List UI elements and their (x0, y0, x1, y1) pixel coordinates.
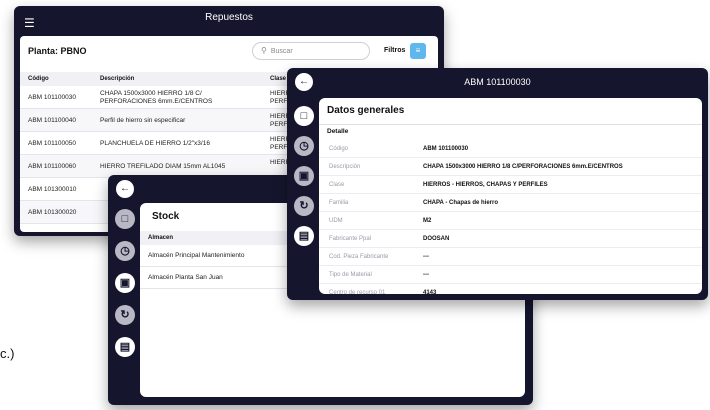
field-row: Código ABM 101100030 (319, 140, 702, 158)
detail-window: ← ABM 101100030 □ ◷ ▣ ↻ ▤ Datos generale… (287, 68, 708, 300)
file-icon[interactable]: ▤ (294, 226, 314, 246)
document-icon[interactable]: □ (294, 106, 314, 126)
search-input[interactable]: ⚲ Buscar (252, 42, 370, 60)
filters-label[interactable]: Filtros (384, 47, 405, 54)
field-label: UDM (329, 218, 343, 224)
field-label: Familia (329, 200, 349, 206)
row-code: ABM 101100040 (28, 117, 76, 124)
field-label: Cod. Pieza Fabricante (329, 254, 389, 260)
box-icon[interactable]: ▣ (115, 273, 135, 293)
divider (319, 124, 702, 125)
hamburger-icon[interactable]: ☰ (24, 11, 35, 35)
column-header[interactable]: Clase (270, 76, 286, 82)
field-value: ABM 101100030 (423, 146, 469, 152)
document-icon[interactable]: □ (115, 209, 135, 229)
row-code: ABM 101100030 (28, 94, 76, 101)
search-icon: ⚲ (261, 46, 267, 55)
field-row: Clase HIERROS - HIERROS, CHAPAS Y PERFILE… (319, 176, 702, 194)
detail-content: Datos generales Detalle Código ABM 101100… (319, 98, 702, 296)
plant-label: Planta: PBNO (28, 46, 87, 56)
row-description: PLANCHUELA DE HIERRO 1/2"x3/16 (100, 140, 210, 147)
row-description: Perfil de hierro sin especificar (100, 117, 186, 124)
field-value: --- (423, 272, 429, 278)
field-row: Fabricante Ppal DOOSAN (319, 230, 702, 248)
field-value: M2 (423, 218, 432, 224)
detail-header: ABM 101100030 (287, 68, 708, 96)
field-label: Clase (329, 182, 345, 188)
cutoff-text: c.) (0, 346, 15, 361)
stock-title: Stock (152, 211, 180, 222)
row-code: ABM 101300010 (28, 186, 77, 193)
row-description: CHAPA 1500x3000 HIERRO 1/8 C/ PERFORACIO… (100, 90, 213, 105)
field-row: Descripción CHAPA 1500x3000 HIERRO 1/8 C/… (319, 158, 702, 176)
back-arrow-icon[interactable]: ← (116, 180, 134, 198)
field-row: UDM M2 (319, 212, 702, 230)
field-value: DOOSAN (423, 236, 450, 242)
column-header[interactable]: Código (28, 76, 49, 82)
box-icon[interactable]: ▣ (294, 166, 314, 186)
field-value: --- (423, 254, 429, 260)
row-code: ABM 101300020 (28, 209, 77, 216)
repuestos-header: ☰ Repuestos (14, 6, 444, 30)
field-row: Familia CHAPA - Chapas de hierro (319, 194, 702, 212)
field-row: Centro de recurso 01 4143 (319, 284, 702, 300)
search-placeholder: Buscar (270, 48, 293, 55)
field-label: Descripción (329, 164, 361, 170)
row-description: HIERRO TREFILADO DIAM 15mm AL1045 (100, 163, 226, 170)
column-header[interactable]: Descripción (100, 76, 134, 82)
field-row: Cod. Pieza Fabricante --- (319, 248, 702, 266)
field-value: CHAPA - Chapas de hierro (423, 200, 499, 206)
field-label: Código (329, 146, 349, 152)
detail-title: ABM 101100030 (464, 77, 531, 87)
section-title: Datos generales (327, 105, 405, 116)
field-label: Centro de recurso 01 (329, 290, 386, 296)
field-row: Tipo de Material --- (319, 266, 702, 284)
field-label: Fabricante Ppal (329, 236, 372, 242)
clock-icon[interactable]: ◷ (115, 241, 135, 261)
file-icon[interactable]: ▤ (115, 337, 135, 357)
field-value: 4143 (423, 290, 437, 296)
field-value: HIERROS - HIERROS, CHAPAS Y PERFILES (423, 182, 548, 188)
row-code: ABM 101100050 (28, 140, 76, 147)
refresh-icon[interactable]: ↻ (294, 196, 314, 216)
row-code: ABM 101100060 (28, 163, 76, 170)
subsection-title: Detalle (327, 128, 349, 135)
field-value: CHAPA 1500x3000 HIERRO 1/8 C/PERFORACION… (423, 164, 623, 170)
filter-icon[interactable]: ≡ (410, 43, 426, 59)
refresh-icon[interactable]: ↻ (115, 305, 135, 325)
repuestos-title: Repuestos (205, 12, 253, 23)
clock-icon[interactable]: ◷ (294, 136, 314, 156)
field-label: Tipo de Material (329, 272, 372, 278)
